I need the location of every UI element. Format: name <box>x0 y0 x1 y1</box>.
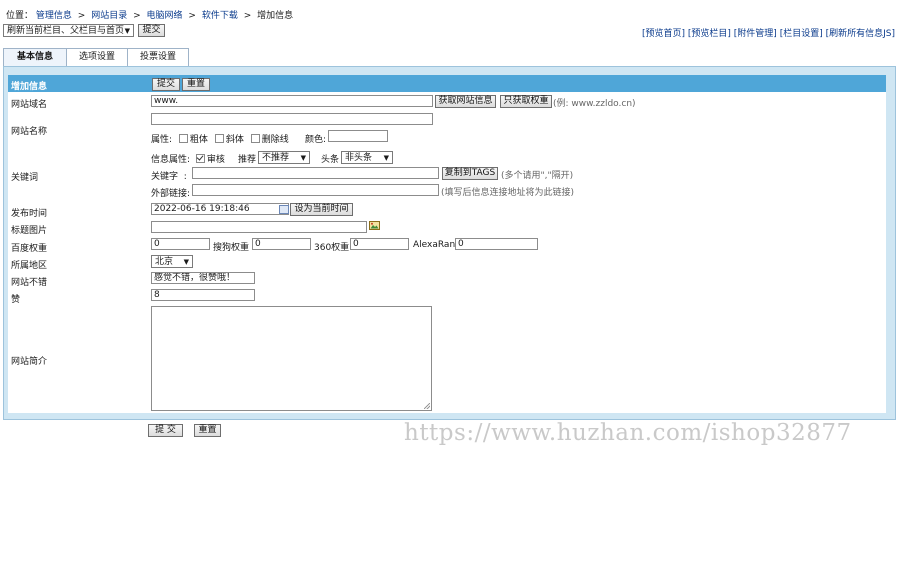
title-image-label: 标题图片 <box>11 226 48 236</box>
calendar-icon[interactable] <box>279 205 289 214</box>
header-reset-button[interactable]: 重置 <box>182 78 210 91</box>
preview-column-link[interactable]: [预览栏目] <box>688 29 731 39</box>
refresh-scope-value: 刷新当前栏目、父栏目与首页 <box>7 26 125 36</box>
resize-grip-icon[interactable] <box>424 403 430 409</box>
refresh-submit-button[interactable]: 提交 <box>138 24 165 37</box>
tab-vote[interactable]: 投票设置 <box>127 48 189 66</box>
likes-input[interactable]: 8 <box>151 289 255 301</box>
select-image-icon[interactable] <box>369 221 380 230</box>
site-domain-label: 网站域名 <box>11 100 48 110</box>
region-label: 所属地区 <box>11 261 48 271</box>
chevron-down-icon: ▼ <box>300 154 306 162</box>
column-settings-link[interactable]: [栏目设置] <box>780 29 823 39</box>
color-input[interactable] <box>328 130 388 142</box>
likes-label: 赞 <box>11 295 21 305</box>
attachment-manage-link[interactable]: [附件管理] <box>734 29 777 39</box>
headline-value: 非头条 <box>345 153 373 163</box>
watermark: https://www.huzhan.com/ishop32877 <box>404 420 852 446</box>
external-link-label: 外部链接: <box>151 189 191 199</box>
site-domain-hint: (例: www.zzldo.cn) <box>553 99 636 109</box>
preview-home-link[interactable]: [预览首页] <box>642 29 685 39</box>
info-attr-label: 信息属性: <box>151 155 191 165</box>
breadcrumb-link-computer-network[interactable]: 电脑网络 <box>147 11 183 21</box>
header-submit-button[interactable]: 提交 <box>152 78 180 91</box>
region-select[interactable]: 北京 ▼ <box>151 255 193 268</box>
site-name-label: 网站名称 <box>11 127 48 137</box>
breadcrumb-link-directory[interactable]: 网站目录 <box>91 11 127 21</box>
external-link-input[interactable] <box>192 184 439 196</box>
bold-label: 粗体 <box>189 135 208 145</box>
italic-label: 斜体 <box>225 135 244 145</box>
copy-to-tags-button[interactable]: 复制到TAGS <box>442 167 498 180</box>
strike-checkbox[interactable] <box>250 134 260 143</box>
breadcrumb-separator: > <box>133 11 141 21</box>
set-current-time-button[interactable]: 设为当前时间 <box>290 203 353 216</box>
baidu-weight-input[interactable]: 0 <box>151 238 210 250</box>
site-good-input[interactable]: 感觉不错，很赞哦！ <box>151 272 255 284</box>
bottom-reset-button[interactable]: 重置 <box>194 424 221 437</box>
attr-label: 属性: <box>151 135 173 145</box>
refresh-scope-select[interactable]: 刷新当前栏目、父栏目与首页 ▼ <box>3 24 134 37</box>
keywords-label: 关键词 <box>11 173 39 183</box>
breadcrumb-prefix: 位置： <box>6 11 34 21</box>
strike-label: 删除线 <box>261 135 289 145</box>
site-domain-input[interactable]: www. <box>151 95 433 107</box>
breadcrumb-separator: > <box>188 11 196 21</box>
attr-row: 属性: 粗体 斜体 删除线 <box>151 132 289 145</box>
breadcrumb-link-software[interactable]: 软件下载 <box>202 11 238 21</box>
alexa-rank-label: AlexaRank <box>413 240 461 250</box>
intro-textarea[interactable] <box>151 306 432 411</box>
color-label: 颜色: <box>305 135 327 145</box>
breadcrumb: 位置： 管理信息 > 网站目录 > 电脑网络 > 软件下载 > 增加信息 <box>6 8 293 21</box>
sogou-weight-input[interactable]: 0 <box>252 238 311 250</box>
site-good-label: 网站不错 <box>11 278 48 288</box>
publish-time-input[interactable]: 2022-06-16 19:18:46 <box>151 203 289 215</box>
publish-time-label: 发布时间 <box>11 209 48 219</box>
bottom-submit-button[interactable]: 提 交 <box>148 424 183 437</box>
region-value: 北京 <box>155 257 174 267</box>
tab-options[interactable]: 选项设置 <box>66 48 128 66</box>
fetch-site-info-button[interactable]: 获取网站信息 <box>435 95 496 108</box>
publish-time-value: 2022-06-16 19:18:46 <box>154 204 250 214</box>
baidu-weight-label: 百度权重 <box>11 244 48 254</box>
chevron-down-icon: ▼ <box>383 154 389 162</box>
top-links: [预览首页] [预览栏目] [附件管理] [栏目设置] [刷新所有信息JS] <box>642 26 895 39</box>
keywords-hint: (多个请用","隔开) <box>501 171 574 181</box>
site-name-input[interactable] <box>151 113 433 125</box>
audit-label: 审核 <box>206 155 225 165</box>
audit-checkbox[interactable] <box>195 154 205 163</box>
recommend-label: 推荐 <box>238 155 257 165</box>
fetch-weight-button[interactable]: 只获取权重 <box>500 95 552 108</box>
title-image-input[interactable] <box>151 221 367 233</box>
form-header-title: 增加信息 <box>11 82 48 92</box>
intro-label: 网站简介 <box>11 357 48 367</box>
info-attr-row: 信息属性: 审核 <box>151 152 225 165</box>
sogou-weight-label: 搜狗权重 <box>213 243 250 253</box>
external-link-hint: (填写后信息连接地址将为此链接) <box>441 188 575 198</box>
360-weight-label: 360权重 <box>314 243 350 253</box>
italic-checkbox[interactable] <box>214 134 224 143</box>
alexa-rank-input[interactable]: 0 <box>455 238 538 250</box>
360-weight-input[interactable]: 0 <box>350 238 409 250</box>
tab-basic-info[interactable]: 基本信息 <box>3 48 67 67</box>
breadcrumb-link-manage[interactable]: 管理信息 <box>36 11 72 21</box>
refresh-all-js-link[interactable]: [刷新所有信息JS] <box>826 29 895 39</box>
breadcrumb-separator: > <box>243 11 252 21</box>
keywords-input[interactable] <box>192 167 439 179</box>
headline-label: 头条 <box>321 155 340 165</box>
chevron-down-icon: ▼ <box>183 258 189 266</box>
headline-select[interactable]: 非头条 ▼ <box>341 151 393 164</box>
chevron-down-icon: ▼ <box>124 27 130 35</box>
kw-label: 关键字 : <box>151 172 187 182</box>
bold-checkbox[interactable] <box>178 134 188 143</box>
form-header-bar <box>8 75 886 92</box>
breadcrumb-separator: > <box>77 11 86 21</box>
breadcrumb-current: 增加信息 <box>257 11 294 21</box>
recommend-select[interactable]: 不推荐 ▼ <box>258 151 310 164</box>
recommend-value: 不推荐 <box>262 153 290 163</box>
